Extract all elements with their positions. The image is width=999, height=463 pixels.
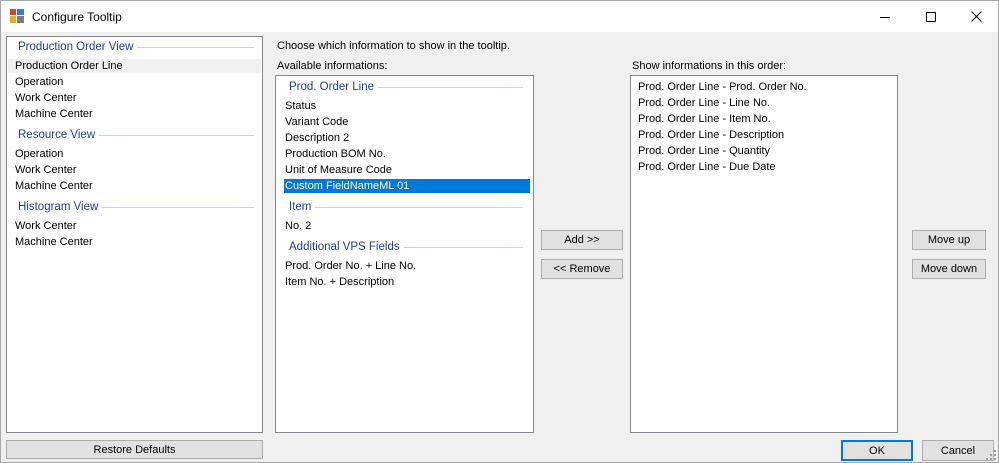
- shown-item-line-no[interactable]: Prod. Order Line - Line No.: [638, 96, 770, 110]
- add-button[interactable]: Add >>: [541, 230, 623, 250]
- group-header-histogram-view: Histogram View: [18, 200, 254, 214]
- view-item-work-center[interactable]: Work Center: [15, 219, 77, 233]
- minimize-icon: [880, 16, 890, 18]
- available-item-production-bom-no[interactable]: Production BOM No.: [285, 147, 386, 161]
- remove-button[interactable]: << Remove: [541, 259, 623, 279]
- view-item-machine-center[interactable]: Machine Center: [15, 179, 93, 193]
- app-icon: [10, 9, 24, 23]
- available-item-prod-order-no-line-no[interactable]: Prod. Order No. + Line No.: [285, 259, 416, 273]
- shown-item-item-no[interactable]: Prod. Order Line - Item No.: [638, 112, 771, 126]
- view-item-work-center[interactable]: Work Center: [15, 91, 77, 105]
- window-title: Configure Tooltip: [32, 10, 122, 24]
- group-header-prod-order-line: Prod. Order Line: [289, 80, 523, 94]
- view-item-operation[interactable]: Operation: [15, 147, 63, 161]
- available-label: Available informations:: [277, 60, 388, 72]
- group-header-additional-vps-fields: Additional VPS Fields: [289, 240, 523, 254]
- available-item-unit-of-measure-code[interactable]: Unit of Measure Code: [285, 163, 392, 177]
- configure-tooltip-dialog: Configure Tooltip Production Order View …: [0, 0, 999, 463]
- maximize-button[interactable]: [908, 1, 954, 32]
- available-list[interactable]: Prod. Order Line Status Variant Code Des…: [275, 75, 534, 433]
- group-header-item: Item: [289, 200, 523, 214]
- shown-item-description[interactable]: Prod. Order Line - Description: [638, 128, 784, 142]
- close-icon: [970, 11, 982, 22]
- group-header-production-order-view: Production Order View: [18, 40, 254, 54]
- view-item-production-order-line[interactable]: Production Order Line: [8, 59, 261, 73]
- group-header-resource-view: Resource View: [18, 128, 254, 142]
- available-item-description-2[interactable]: Description 2: [285, 131, 349, 145]
- shown-item-quantity[interactable]: Prod. Order Line - Quantity: [638, 144, 770, 158]
- view-item-operation[interactable]: Operation: [15, 75, 63, 89]
- view-list[interactable]: Production Order View Production Order L…: [6, 36, 263, 433]
- restore-defaults-button[interactable]: Restore Defaults: [6, 440, 263, 459]
- title-bar: Configure Tooltip: [1, 1, 998, 32]
- shown-item-prod-order-no[interactable]: Prod. Order Line - Prod. Order No.: [638, 80, 807, 94]
- ok-button[interactable]: OK: [841, 440, 913, 461]
- available-item-no-2[interactable]: No. 2: [285, 219, 311, 233]
- move-down-button[interactable]: Move down: [912, 259, 986, 279]
- resize-grip-icon[interactable]: [986, 450, 996, 460]
- move-up-button[interactable]: Move up: [912, 230, 986, 250]
- view-item-machine-center[interactable]: Machine Center: [15, 235, 93, 249]
- instruction-text: Choose which information to show in the …: [277, 40, 510, 52]
- close-button[interactable]: [953, 1, 999, 32]
- minimize-button[interactable]: [862, 1, 908, 32]
- maximize-icon: [926, 11, 936, 22]
- available-item-status[interactable]: Status: [285, 99, 316, 113]
- available-item-variant-code[interactable]: Variant Code: [285, 115, 348, 129]
- shown-list[interactable]: Prod. Order Line - Prod. Order No. Prod.…: [630, 75, 898, 433]
- available-item-item-no-description[interactable]: Item No. + Description: [285, 275, 394, 289]
- shown-item-due-date[interactable]: Prod. Order Line - Due Date: [638, 160, 776, 174]
- view-item-machine-center[interactable]: Machine Center: [15, 107, 93, 121]
- available-item-custom-fieldnameml-01[interactable]: Custom FieldNameML 01: [284, 179, 530, 193]
- shown-label: Show informations in this order:: [632, 60, 787, 72]
- view-item-work-center[interactable]: Work Center: [15, 163, 77, 177]
- cancel-button[interactable]: Cancel: [922, 440, 994, 461]
